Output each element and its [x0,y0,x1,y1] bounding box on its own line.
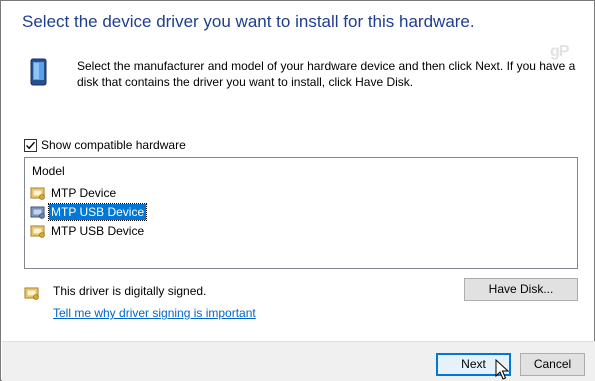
mouse-cursor-icon [495,359,509,380]
have-disk-button[interactable]: Have Disk... [464,278,578,301]
list-item-label: MTP USB Device [51,223,145,238]
description: Select the manufacturer and model of you… [77,58,582,90]
list-item-label: MTP Device [51,185,117,200]
signed-status-text: This driver is digitally signed. [53,284,207,298]
show-compatible-checkbox[interactable] [24,138,37,152]
cancel-button[interactable]: Cancel [520,353,585,376]
driver-icon [30,225,45,238]
model-listbox[interactable]: Model MTP Device MTP USB Device MTP USB … [24,157,578,269]
list-item-label: MTP USB Device [47,202,148,221]
checkmark-icon [26,141,36,149]
page-title: Select the device driver you want to ins… [22,12,475,31]
watermark-logo: gP [550,43,569,60]
driver-icon [30,187,45,200]
model-column-header: Model [32,164,65,178]
list-item[interactable]: MTP Device [30,184,118,201]
driver-signing-link[interactable]: Tell me why driver signing is important [53,306,256,320]
show-compatible-label: Show compatible hardware [41,138,186,152]
description-line-2: disk that contains the driver you want t… [77,75,414,89]
driver-icon [30,206,45,219]
device-icon [30,58,47,86]
list-item-selected[interactable]: MTP USB Device [30,202,148,221]
certificate-icon [24,287,39,300]
list-item[interactable]: MTP USB Device [30,222,146,239]
description-line-1: Select the manufacturer and model of you… [77,59,576,73]
driver-dialog: Select the device driver you want to ins… [0,0,595,381]
show-compatible-checkbox-row[interactable]: Show compatible hardware [24,138,186,152]
